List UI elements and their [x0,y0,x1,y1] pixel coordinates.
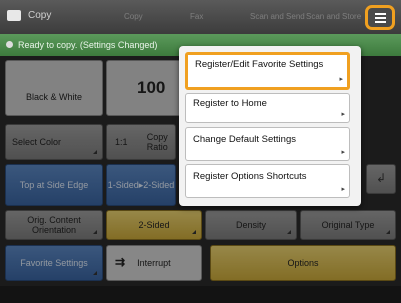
tab-fax[interactable]: Fax [190,12,203,21]
menu-item-label: Change Default Settings [193,134,296,145]
app-title: Copy [28,10,52,21]
menu-item-label: Register to Home [193,98,267,109]
chevron-right-icon: ▸ [341,110,345,118]
tab-scan-and-send[interactable]: Scan and Send [250,12,305,21]
tab-scan-and-store[interactable]: Scan and Store [306,12,361,21]
settings-menu: Register/Edit Favorite Settings ▸ Regist… [179,46,361,206]
menu-item-register-edit-favorite-settings[interactable]: Register/Edit Favorite Settings ▸ [185,52,350,90]
menu-item-label: Register Options Shortcuts [193,171,307,182]
status-icon [6,41,13,48]
menu-button[interactable] [365,5,395,30]
menu-item-change-default-settings[interactable]: Change Default Settings ▸ [185,127,350,161]
chevron-right-icon: ▸ [339,75,343,83]
menu-icon-bar [375,21,386,23]
menu-icon-bar [375,17,386,19]
top-bar: Copy Copy Fax Scan and Send Scan and Sto… [0,0,401,34]
menu-item-register-to-home[interactable]: Register to Home ▸ [185,93,350,123]
chevron-right-icon: ▸ [341,148,345,156]
chevron-right-icon: ▸ [341,185,345,193]
status-text: Ready to copy. (Settings Changed) [18,40,158,50]
menu-item-register-options-shortcuts[interactable]: Register Options Shortcuts ▸ [185,164,350,198]
tab-copy[interactable]: Copy [124,12,143,21]
menu-icon [375,13,386,15]
menu-item-label: Register/Edit Favorite Settings [195,59,324,70]
copy-icon [7,10,21,21]
